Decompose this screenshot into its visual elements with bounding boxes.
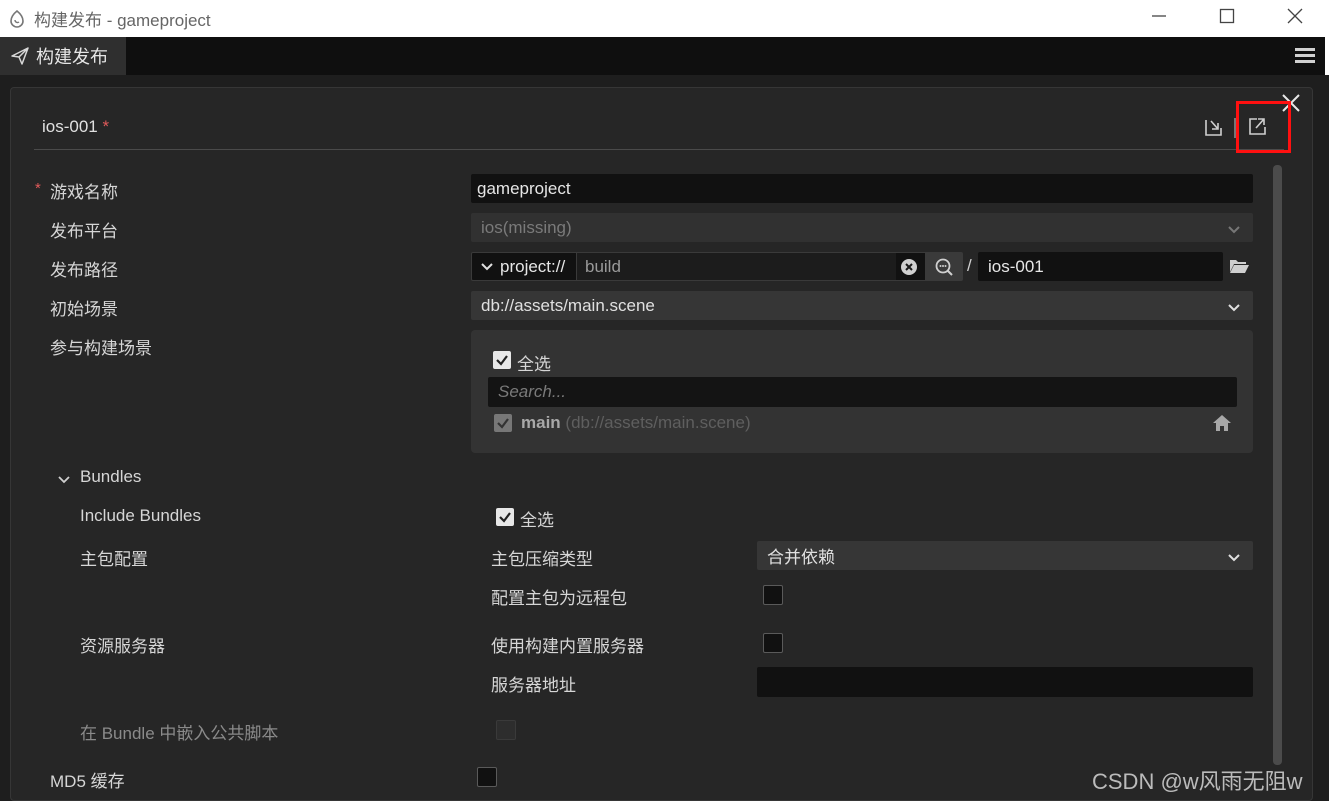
scene-path: (db://assets/main.scene)	[565, 413, 751, 432]
folder-open-icon[interactable]	[1229, 258, 1249, 279]
minimize-icon	[1152, 14, 1166, 17]
game-name-input[interactable]: gameproject	[471, 174, 1253, 203]
scrollbar[interactable]	[1273, 165, 1282, 765]
chevron-down-icon	[1227, 549, 1241, 569]
watermark: CSDN @w风雨无阻w	[1092, 769, 1303, 794]
platform-label: 发布平台	[50, 222, 118, 241]
compression-type-value: 合并依赖	[767, 548, 835, 567]
remote-bundle-checkbox[interactable]	[763, 585, 783, 605]
compression-type-select[interactable]: 合并依赖	[757, 541, 1253, 570]
include-bundles-select-all: 全选	[520, 511, 554, 530]
config-name-text: ios-001	[42, 117, 98, 136]
scene-main-item: main (db://assets/main.scene)	[521, 413, 751, 433]
required-marker: *	[35, 180, 41, 197]
tab-label: 构建发布	[36, 47, 108, 67]
build-dest-value: ios-001	[988, 256, 1044, 276]
app-logo-icon	[8, 9, 26, 28]
hamburger-menu-icon[interactable]	[1295, 46, 1315, 69]
chevron-down-icon	[1227, 221, 1241, 241]
compression-type-label: 主包压缩类型	[491, 550, 593, 569]
close-icon	[1287, 8, 1303, 23]
md5-cache-label: MD5 缓存	[50, 772, 125, 791]
select-all-scenes-label: 全选	[517, 355, 551, 374]
main-bundle-config-label: 主包配置	[80, 550, 148, 569]
include-bundles-label: Include Bundles	[80, 506, 201, 525]
chevron-down-icon	[1227, 299, 1241, 319]
builtin-server-checkbox[interactable]	[763, 633, 783, 653]
locate-path-button[interactable]	[925, 253, 962, 280]
checkmark-icon	[497, 418, 509, 429]
path-protocol: project://	[500, 256, 566, 276]
paper-plane-icon	[10, 46, 30, 66]
window-title: 构建发布 - gameproject	[34, 11, 211, 30]
builtin-server-label: 使用构建内置服务器	[491, 637, 644, 656]
import-icon[interactable]	[1202, 116, 1224, 143]
scene-main-checkbox[interactable]	[494, 414, 512, 432]
checkmark-icon	[496, 355, 508, 366]
include-bundles-checkbox[interactable]	[496, 508, 514, 526]
chevron-down-icon	[481, 262, 493, 270]
platform-value: ios(missing)	[481, 217, 572, 237]
embed-script-label: 在 Bundle 中嵌入公共脚本	[80, 724, 279, 743]
game-name-value: gameproject	[477, 178, 571, 198]
tab-build-publish[interactable]: 构建发布	[0, 37, 126, 75]
home-icon	[1212, 414, 1232, 437]
maximize-button[interactable]	[1193, 0, 1261, 31]
clear-icon[interactable]	[900, 258, 918, 281]
highlight-box	[1236, 101, 1291, 153]
build-scenes-label: 参与构建场景	[50, 339, 152, 358]
chevron-down-icon[interactable]	[57, 471, 71, 491]
build-dest-input[interactable]: ios-001	[978, 252, 1223, 281]
build-path-input[interactable]: build	[576, 253, 896, 280]
tab-bar: 构建发布	[0, 37, 1329, 75]
build-path-field: project:// build	[471, 252, 963, 281]
path-separator: /	[967, 256, 972, 275]
config-header: ios-001 *	[34, 104, 1284, 150]
modified-marker: *	[102, 117, 110, 136]
md5-cache-checkbox[interactable]	[477, 767, 497, 787]
scene-search-placeholder: Search...	[498, 382, 567, 401]
start-scene-select[interactable]: db://assets/main.scene	[471, 291, 1253, 320]
maximize-icon	[1219, 8, 1235, 23]
scene-name: main	[521, 413, 561, 432]
embed-script-checkbox[interactable]	[496, 720, 516, 740]
server-address-label: 服务器地址	[491, 676, 576, 695]
start-scene-value: db://assets/main.scene	[481, 295, 655, 315]
minimize-button[interactable]	[1125, 0, 1193, 31]
build-path-label: 发布路径	[50, 261, 118, 280]
resource-server-label: 资源服务器	[80, 637, 165, 656]
bundles-section-title[interactable]: Bundles	[80, 467, 141, 487]
search-icon	[935, 258, 953, 276]
build-path-value: build	[585, 256, 621, 276]
select-all-scenes-checkbox[interactable]	[493, 351, 511, 369]
close-window-button[interactable]	[1261, 0, 1329, 31]
checkmark-icon	[499, 512, 511, 523]
remote-bundle-label: 配置主包为远程包	[491, 589, 627, 608]
start-scene-label: 初始场景	[50, 300, 118, 319]
window-titlebar: 构建发布 - gameproject	[0, 0, 1329, 37]
path-protocol-dropdown[interactable]: project://	[472, 253, 565, 280]
game-name-label: 游戏名称	[50, 183, 118, 202]
scene-search-input[interactable]: Search...	[488, 377, 1237, 407]
server-address-input[interactable]	[757, 667, 1253, 697]
platform-select[interactable]: ios(missing)	[471, 213, 1253, 242]
config-name: ios-001 *	[42, 117, 109, 137]
